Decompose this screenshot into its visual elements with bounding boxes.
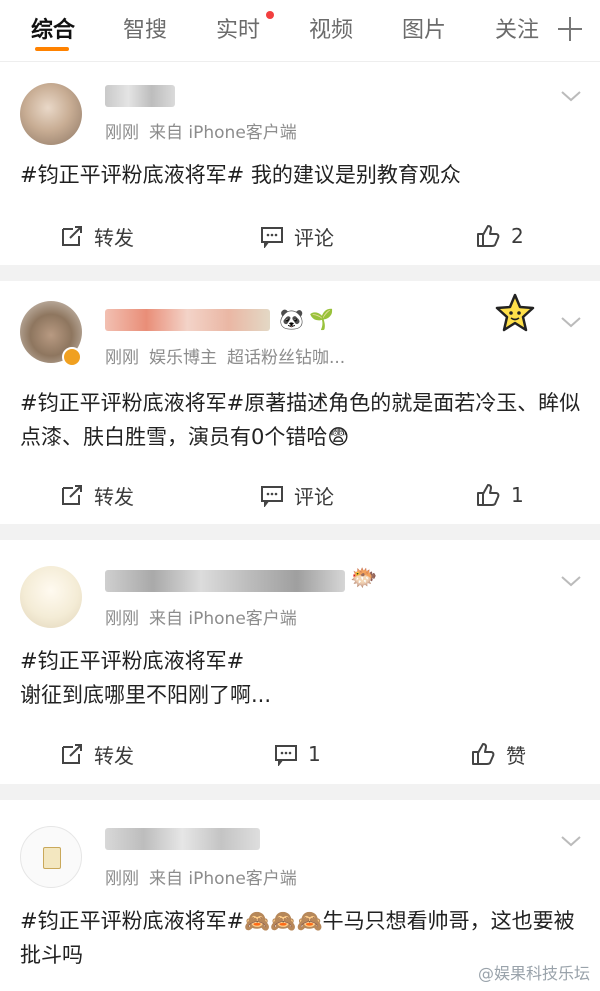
thumbs-up-icon xyxy=(477,484,500,506)
post-source: 来自 iPhone客户端 xyxy=(149,609,297,629)
post-time: 刚刚 xyxy=(105,869,139,889)
chevron-down-icon[interactable] xyxy=(560,834,582,848)
post-meta: 刚刚 来自 iPhone客户端 xyxy=(105,604,307,629)
post-divider xyxy=(0,784,600,800)
post-time: 刚刚 xyxy=(105,609,139,629)
post-meta: 刚刚 来自 iPhone客户端 xyxy=(105,118,307,143)
hashtag-link[interactable]: #钧正平评粉底液将军# xyxy=(20,644,585,678)
avatar[interactable] xyxy=(20,566,82,628)
repost-button[interactable]: 转发 xyxy=(60,734,134,774)
post-actions: 转发 评论 2 xyxy=(0,216,600,256)
hashtag-link[interactable]: #钧正平评粉底液将军# xyxy=(20,909,244,933)
post-card: 🐡 刚刚 来自 iPhone客户端 #钧正平评粉底液将军# 谢征到底哪里不阳刚了啊… xyxy=(0,540,600,784)
like-label: 赞 xyxy=(506,743,526,768)
repost-icon xyxy=(62,485,82,505)
comment-icon xyxy=(261,486,283,507)
chevron-down-icon[interactable] xyxy=(560,574,582,588)
username-blurred[interactable] xyxy=(105,309,270,331)
comment-label: 评论 xyxy=(294,225,334,250)
repost-button[interactable]: 转发 xyxy=(60,475,134,515)
post-divider xyxy=(0,524,600,540)
comment-button[interactable]: 评论 xyxy=(260,216,334,256)
sprout-icon: 🌱 xyxy=(309,307,334,331)
comment-count: 1 xyxy=(308,742,321,766)
tab-following[interactable]: 关注 xyxy=(495,14,539,48)
mahjong-tile-icon xyxy=(43,847,61,869)
post-card: 刚刚 来自 iPhone客户端 #钧正平评粉底液将军# 我的建议是别教育观众 转发… xyxy=(0,63,600,265)
thumbs-up-icon xyxy=(472,743,495,765)
post-source: 来自 iPhone客户端 xyxy=(149,123,297,143)
tab-comprehensive[interactable]: 综合 xyxy=(31,14,75,48)
username-blurred[interactable] xyxy=(105,828,260,850)
post-body: 我的建议是别教育观众 xyxy=(244,163,461,187)
star-badge-icon xyxy=(494,293,536,337)
chevron-down-icon[interactable] xyxy=(560,315,582,329)
hashtag-link[interactable]: #钧正平评粉底液将军# xyxy=(20,391,244,415)
tab-images[interactable]: 图片 xyxy=(402,14,446,48)
username-blurred[interactable] xyxy=(105,570,345,592)
post-source: 来自 iPhone客户端 xyxy=(149,869,297,889)
fearful-emoji: 😨 xyxy=(327,425,350,449)
comment-icon xyxy=(261,227,283,248)
tab-smart-search[interactable]: 智搜 xyxy=(123,14,167,48)
repost-icon xyxy=(62,226,82,246)
post-text: #钧正平评粉底液将军# 谢征到底哪里不阳刚了啊... xyxy=(20,644,585,712)
active-tab-indicator xyxy=(35,47,69,51)
panda-icon: 🐼 xyxy=(279,307,304,331)
comment-label: 评论 xyxy=(294,484,334,509)
repost-label: 转发 xyxy=(94,743,134,768)
avatar[interactable] xyxy=(20,826,82,888)
post-text: #钧正平评粉底液将军#原著描述角色的就是面若冷玉、眸似点漆、肤白胜雪，演员有0个… xyxy=(20,386,585,454)
thumbs-up-icon xyxy=(477,225,500,247)
like-count: 2 xyxy=(511,224,524,248)
fish-icon: 🐡 xyxy=(350,566,378,591)
repost-label: 转发 xyxy=(94,225,134,250)
post-divider xyxy=(0,265,600,281)
post-time: 刚刚 xyxy=(105,123,139,143)
post-meta: 刚刚 来自 iPhone客户端 xyxy=(105,864,307,889)
chevron-down-icon[interactable] xyxy=(560,89,582,103)
avatar[interactable] xyxy=(20,83,82,145)
like-button[interactable]: 赞 xyxy=(470,734,526,774)
like-button[interactable]: 2 xyxy=(475,216,524,256)
tab-realtime[interactable]: 实时 xyxy=(216,14,260,48)
watermark: @娱果科技乐坛 xyxy=(478,964,591,983)
post-body: 谢征到底哪里不阳刚了啊... xyxy=(20,683,272,707)
repost-label: 转发 xyxy=(94,484,134,509)
like-button[interactable]: 1 xyxy=(475,475,524,515)
comment-button[interactable]: 评论 xyxy=(260,475,334,515)
repost-icon xyxy=(62,744,82,764)
verified-badge-icon xyxy=(62,347,82,367)
fan-level: 超话粉丝钻咖... xyxy=(227,348,346,368)
post-source: 娱乐博主 xyxy=(149,348,217,368)
monkey-emojis: 🙈🙈🙈 xyxy=(244,909,323,933)
comment-button[interactable]: 1 xyxy=(274,734,321,774)
post-card: 🐼 🌱 刚刚 娱乐博主 超话粉丝钻咖... #钧正平评粉底液将军#原著描述角色的就是… xyxy=(0,281,600,524)
post-time: 刚刚 xyxy=(105,348,139,368)
realtime-badge-dot xyxy=(266,11,274,19)
comment-icon xyxy=(275,745,297,766)
tab-video[interactable]: 视频 xyxy=(309,14,353,48)
post-actions: 转发 1 赞 xyxy=(0,734,600,774)
post-actions: 转发 评论 1 xyxy=(0,475,600,515)
top-tab-bar: 综合 智搜 实时 视频 图片 关注 xyxy=(0,0,600,62)
add-tab-plus-icon[interactable] xyxy=(556,14,584,44)
like-count: 1 xyxy=(511,483,524,507)
post-meta: 刚刚 娱乐博主 超话粉丝钻咖... xyxy=(105,343,355,368)
post-text: #钧正平评粉底液将军# 我的建议是别教育观众 xyxy=(20,158,585,192)
username-blurred[interactable] xyxy=(105,85,175,107)
repost-button[interactable]: 转发 xyxy=(60,216,134,256)
hashtag-link[interactable]: #钧正平评粉底液将军# xyxy=(20,163,244,187)
